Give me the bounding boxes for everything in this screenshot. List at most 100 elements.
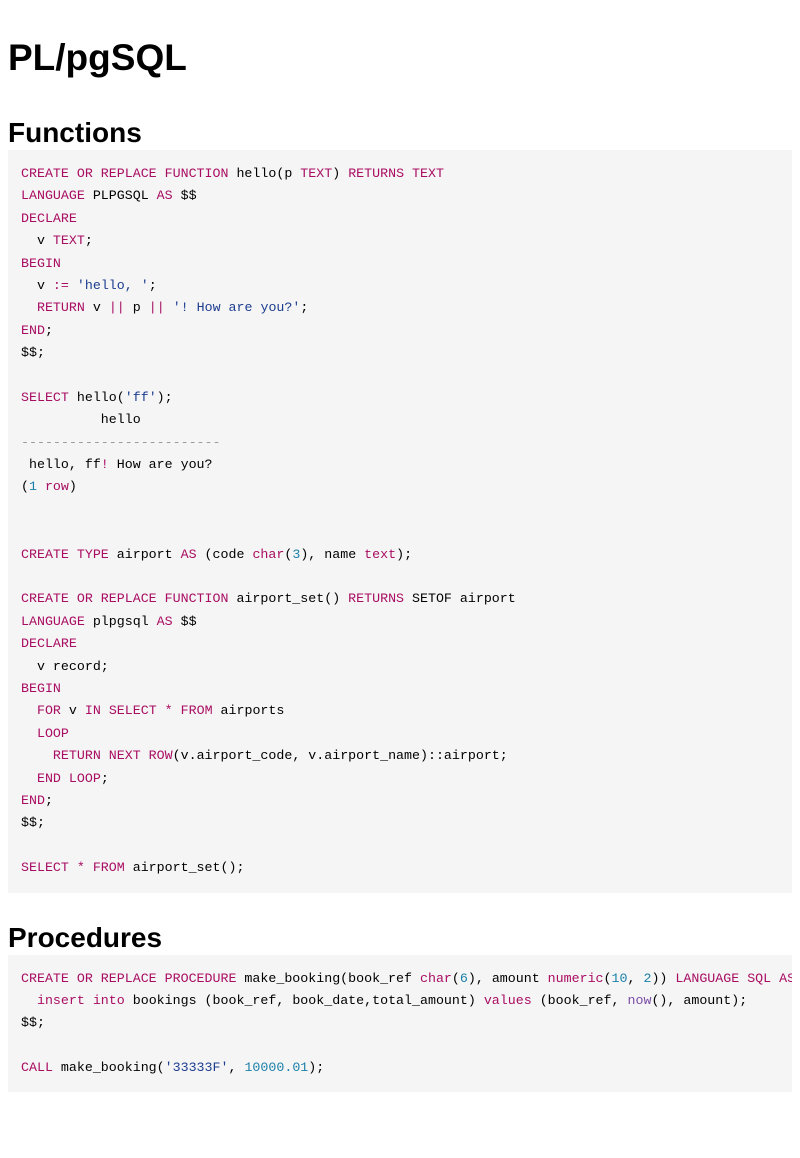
code-token: CALL [21,1060,53,1076]
code-token: DECLARE [21,636,77,652]
code-token: ); [308,1060,325,1076]
code-line: CREATE OR REPLACE FUNCTION hello(p TEXT)… [21,163,779,185]
code-token: TEXT [52,233,85,249]
code-line: CREATE TYPE airport AS (code char(3), na… [21,544,779,566]
code-token: SELECT * FROM [21,860,125,876]
code-token: ), amount [467,970,548,986]
code-token: , [228,1060,245,1076]
code-token: BEGIN [21,680,61,696]
code-token: p [124,300,149,316]
code-token: plpgsql [84,613,157,629]
code-token: || [108,300,125,316]
code-token: PLPGSQL [84,188,157,204]
code-token: '! How are you?' [172,300,301,316]
code-token: values [483,992,532,1008]
code-line: END; [21,320,779,342]
code-line: LANGUAGE PLPGSQL AS $$ [21,185,779,207]
code-token: v [21,233,53,249]
code-line: insert into bookings (book_ref, book_dat… [21,990,779,1012]
code-token: ), name [300,546,365,562]
code-token: CREATE OR REPLACE FUNCTION [21,591,229,607]
code-block-procedures: CREATE OR REPLACE PROCEDURE make_booking… [8,954,792,1093]
code-token: ( [603,970,612,986]
code-token: RETURNS [348,591,405,607]
code-token: DECLARE [21,210,77,226]
code-token: LANGUAGE SQL AS [675,970,792,986]
code-line: END; [21,790,779,812]
code-token: airport_set(); [124,860,245,876]
code-token: END [21,792,45,808]
code-line: v := 'hello, '; [21,275,779,297]
code-token: RETURN NEXT ROW [52,748,173,764]
code-token: END [21,322,45,338]
code-token: ) [332,166,349,181]
code-line: LOOP [21,723,779,745]
code-token: hello [21,412,141,428]
code-token: make_booking(book_ref [236,970,420,986]
code-line: END LOOP; [21,768,779,790]
page-title: PL/pgSQL [8,37,187,78]
code-token: 10000.01 [244,1060,309,1076]
code-token: $$; [21,345,45,361]
document-page: PL/pgSQL Functions CREATE OR REPLACE FUN… [0,0,800,1093]
code-token: ; [44,792,53,808]
code-token: RETURNS TEXT [348,166,444,181]
code-token: 'ff' [124,389,157,405]
code-token: FOR [36,703,61,719]
code-token: How are you? [108,457,213,473]
code-token: ); [396,546,413,562]
code-token: row [44,479,69,495]
code-line: SELECT * FROM airport_set(); [21,857,779,879]
code-token: hello, ff [21,457,101,473]
code-token: := [52,277,69,293]
code-token: (), amount); [651,992,748,1008]
code-line: hello, ff! How are you? [21,454,779,476]
code-token: $$ [172,613,197,629]
code-line: ------------------------- [21,432,779,454]
code-token: ; [44,322,53,338]
code-line: $$; [21,342,779,364]
code-token: (book_ref, [531,992,628,1008]
code-token: ------------------------- [21,434,221,450]
code-token: v record; [21,658,109,674]
code-token: ; [148,277,157,293]
code-line: SELECT hello('ff'); [21,387,779,409]
code-token: airport [108,546,181,562]
code-line: $$; [21,812,779,834]
code-line: v TEXT; [21,230,779,252]
code-token: hello(p [228,166,301,181]
code-token: TEXT [300,166,333,181]
code-line: BEGIN [21,678,779,700]
code-token: CREATE OR REPLACE PROCEDURE [21,970,237,986]
code-token: $$ [172,188,197,204]
code-line: CREATE OR REPLACE FUNCTION airport_set()… [21,588,779,610]
code-token: insert into [36,992,125,1008]
code-token: ; [100,770,109,786]
code-token: RETURN [36,300,85,316]
code-token: hello( [68,389,125,405]
code-token: ; [84,233,93,249]
code-line: DECLARE [21,208,779,230]
code-token: v [84,300,109,316]
code-token: $$; [21,1015,45,1031]
code-line: RETURN NEXT ROW(v.airport_code, v.airpor… [21,745,779,767]
code-token: (code [196,546,253,562]
code-token: v [60,703,85,719]
code-token: || [148,300,165,316]
code-line: CALL make_booking('33333F', 10000.01); [21,1057,779,1079]
code-token: v [21,277,53,293]
code-line: $$; [21,1012,779,1034]
code-token: AS [180,546,197,562]
code-token: IN SELECT * FROM [84,703,213,719]
code-token: 'hello, ' [76,277,149,293]
code-line: RETURN v || p || '! How are you?'; [21,297,779,319]
code-token: char [419,970,452,986]
code-token: airports [212,703,285,719]
